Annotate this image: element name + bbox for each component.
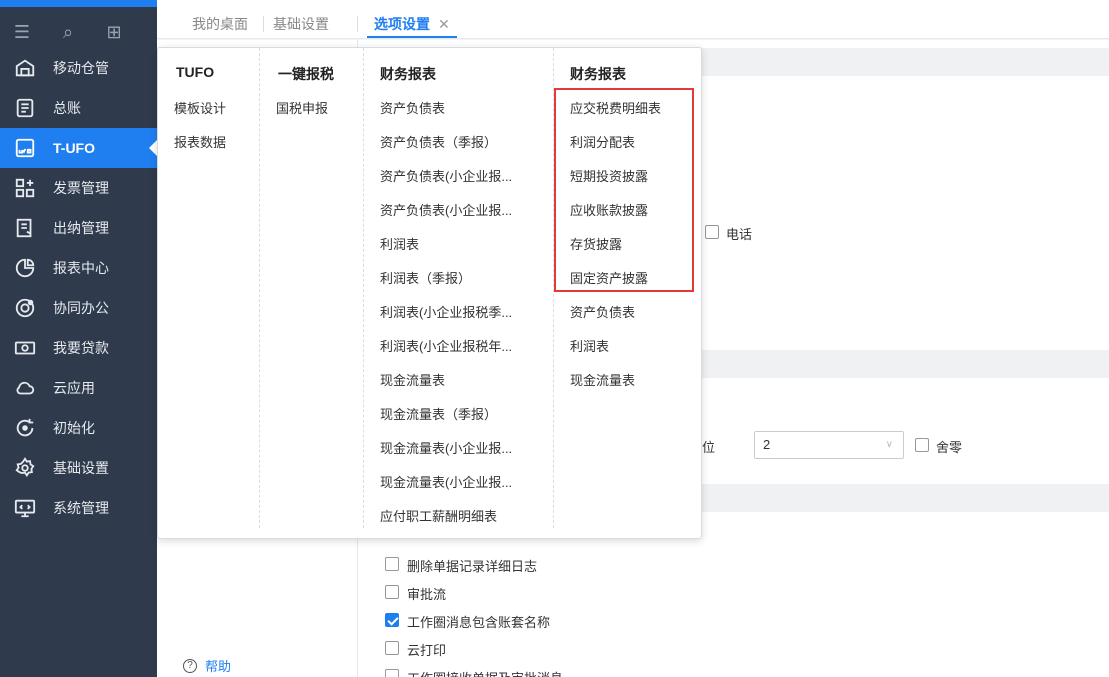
- tufo-dropdown-menu: TUFO 模板设计 报表数据 一键报税 国税申报 财务报表 资产负债表 资产负债…: [157, 47, 702, 539]
- option-label: 工作圈接收单据及审批消息: [407, 668, 563, 677]
- sidebar-item-report[interactable]: 报表中心: [0, 248, 157, 288]
- menu-column-tufo: TUFO 模板设计 报表数据: [158, 48, 260, 528]
- menu-item[interactable]: 现金流量表(小企业报...: [380, 472, 512, 491]
- sidebar-item-cloud[interactable]: 云应用: [0, 368, 157, 408]
- option-label: 云打印: [407, 643, 447, 658]
- sidebar-item-cashier[interactable]: 出纳管理: [0, 208, 157, 248]
- ledger-icon: [12, 95, 38, 121]
- sidebar-item-init[interactable]: 初始化: [0, 408, 157, 448]
- settings-icon: [12, 455, 38, 481]
- loan-icon: [12, 335, 38, 361]
- menu-item[interactable]: 利润表: [570, 336, 609, 355]
- option-checkbox[interactable]: [385, 641, 399, 655]
- sidebar-item-system[interactable]: 系统管理: [0, 488, 157, 528]
- menu-item[interactable]: 现金流量表（季报）: [380, 404, 497, 423]
- collaboration-icon: [12, 295, 38, 321]
- tab-basic-settings[interactable]: 基础设置: [273, 10, 329, 38]
- cloud-icon: [12, 375, 38, 401]
- sidebar-item-label: 云应用: [53, 380, 95, 396]
- menu-heading: TUFO: [176, 64, 215, 80]
- menu-heading: 一键报税: [278, 66, 334, 82]
- sidebar-item-label: 发票管理: [53, 180, 109, 196]
- menu-item[interactable]: 应付职工薪酬明细表: [380, 506, 497, 525]
- sidebar-item-label: 我要贷款: [53, 340, 109, 356]
- init-icon: [12, 415, 38, 441]
- menu-item[interactable]: 资产负债表: [380, 98, 445, 117]
- warehouse-icon: [12, 55, 38, 81]
- sidebar-item-collaboration[interactable]: 协同办公: [0, 288, 157, 328]
- sidebar-item-label: 总账: [53, 100, 81, 116]
- system-icon: [12, 495, 38, 521]
- menu-icon[interactable]: ☰: [12, 22, 32, 42]
- round-label: 舍零: [936, 440, 963, 455]
- tab-bar: 我的桌面 基础设置 选项设置 ✕: [157, 0, 1109, 39]
- phone-checkbox[interactable]: [705, 225, 719, 239]
- menu-item[interactable]: 模板设计: [174, 98, 226, 117]
- tab-desktop[interactable]: 我的桌面: [192, 10, 248, 38]
- menu-item[interactable]: 利润表: [380, 234, 419, 253]
- menu-item[interactable]: 资产负债表: [570, 302, 635, 321]
- sidebar-item-label: 基础设置: [53, 460, 109, 476]
- close-icon[interactable]: ✕: [438, 16, 450, 32]
- phone-label: 电话: [726, 227, 753, 242]
- option-checkbox[interactable]: [385, 585, 399, 599]
- sidebar-item-label: 移动仓管: [53, 60, 109, 76]
- menu-item[interactable]: 现金流量表: [570, 370, 635, 389]
- sidebar-item-label: 报表中心: [53, 260, 109, 276]
- option-label: 审批流: [407, 587, 447, 602]
- help-icon: ?: [183, 658, 197, 673]
- cashier-icon: [12, 215, 38, 241]
- menu-heading: 财务报表: [380, 66, 436, 82]
- menu-item[interactable]: 利润表(小企业报税季...: [380, 302, 512, 321]
- chevron-down-icon: ∨: [885, 439, 893, 450]
- decimal-select[interactable]: 2 ∨: [754, 431, 904, 459]
- sidebar-item-loan[interactable]: 我要贷款: [0, 328, 157, 368]
- sidebar-item-label: 系统管理: [53, 500, 109, 516]
- sidebar-item-label: 协同办公: [53, 300, 109, 316]
- sidebar: ☰ ⌕ ⊞ 移动仓管 总账 T-UFO 发票管理 出纳管理 报表中心 协同办公 …: [0, 0, 157, 677]
- menu-column-financial-reports: 财务报表 资产负债表 资产负债表（季报） 资产负债表(小企业报... 资产负债表…: [364, 48, 554, 528]
- option-label: 工作圈消息包含账套名称: [407, 615, 551, 630]
- menu-item[interactable]: 现金流量表: [380, 370, 445, 389]
- invoice-icon: [12, 175, 38, 201]
- search-icon[interactable]: ⌕: [58, 22, 78, 42]
- new-window-icon[interactable]: ⊞: [104, 22, 124, 42]
- sidebar-item-settings[interactable]: 基础设置: [0, 448, 157, 488]
- menu-item[interactable]: 报表数据: [174, 132, 226, 151]
- decimal-label: 位: [702, 440, 716, 455]
- menu-item[interactable]: 国税申报: [276, 98, 328, 117]
- sidebar-item-ledger[interactable]: 总账: [0, 88, 157, 128]
- option-checkbox[interactable]: [385, 669, 399, 677]
- report-icon: [12, 255, 38, 281]
- menu-item[interactable]: 利润表（季报）: [380, 268, 471, 287]
- sidebar-item-tufo[interactable]: T-UFO: [0, 128, 157, 168]
- menu-item[interactable]: 利润表(小企业报税年...: [380, 336, 512, 355]
- menu-item[interactable]: 资产负债表(小企业报...: [380, 166, 512, 185]
- help-link[interactable]: ? 帮助: [183, 656, 231, 675]
- sidebar-item-invoice[interactable]: 发票管理: [0, 168, 157, 208]
- sidebar-item-label: 初始化: [53, 420, 95, 436]
- sidebar-item-label: 出纳管理: [53, 220, 109, 236]
- menu-item[interactable]: 资产负债表(小企业报...: [380, 200, 512, 219]
- tab-separator: [263, 16, 264, 32]
- menu-item[interactable]: 现金流量表(小企业报...: [380, 438, 512, 457]
- round-checkbox[interactable]: [915, 438, 929, 452]
- ufo-icon: [12, 135, 38, 161]
- menu-item[interactable]: 资产负债表（季报）: [380, 132, 497, 151]
- option-checkbox[interactable]: [385, 557, 399, 571]
- sidebar-item-warehouse[interactable]: 移动仓管: [0, 48, 157, 88]
- menu-column-tax: 一键报税 国税申报: [260, 48, 364, 528]
- menu-heading: 财务报表: [570, 66, 626, 82]
- sidebar-item-label: T-UFO: [53, 140, 95, 156]
- tab-option-settings[interactable]: 选项设置 ✕: [367, 10, 457, 38]
- tab-separator: [357, 16, 358, 32]
- highlight-box: [554, 88, 694, 292]
- option-label: 删除单据记录详细日志: [407, 559, 538, 574]
- option-checkbox[interactable]: [385, 613, 399, 627]
